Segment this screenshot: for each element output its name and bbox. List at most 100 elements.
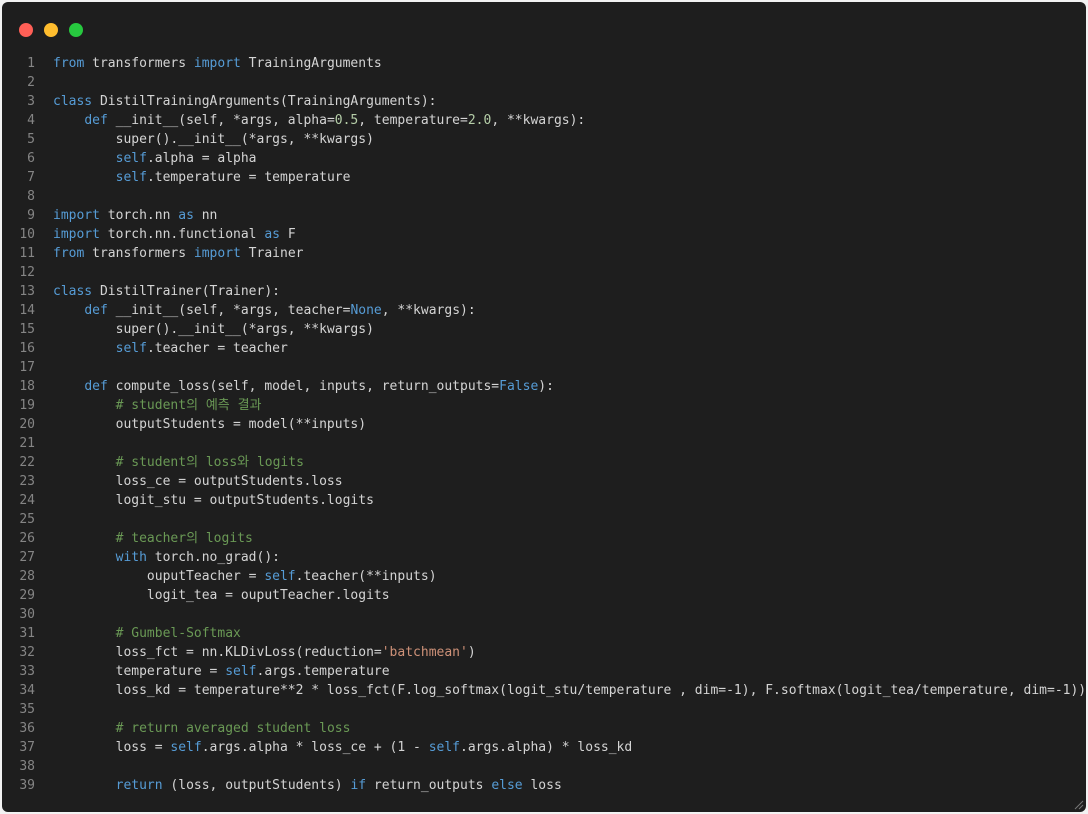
code-token: None — [350, 303, 382, 318]
code-line: 13 class DistilTrainer(Trainer): — [2, 282, 1086, 301]
line-number: 14 — [19, 303, 35, 318]
code-token: logit_tea = ouputTeacher.logits — [53, 588, 390, 603]
code-token: transformers — [84, 246, 194, 261]
code-token: F — [280, 227, 296, 242]
code-line: 39 return (loss, outputStudents) if retu… — [2, 776, 1086, 795]
line-number: 8 — [27, 189, 35, 204]
code-token: __init__(self, *args, teacher= — [107, 303, 351, 318]
line-number: 35 — [19, 702, 35, 717]
code-line: 9 import torch.nn as nn — [2, 206, 1086, 225]
code-editor[interactable]: 1 from transformers import TrainingArgume… — [2, 52, 1086, 795]
code-token: # teacher의 logits — [115, 531, 253, 546]
line-number: 27 — [19, 550, 35, 565]
line-number: 13 — [19, 284, 35, 299]
code-line: 21 — [2, 434, 1086, 453]
code-token: import — [193, 56, 241, 71]
line-number: 10 — [19, 227, 35, 242]
code-line: 16 self.teacher = teacher — [2, 339, 1086, 358]
code-token: import — [53, 227, 100, 242]
code-line: 24 logit_stu = outputStudents.logits — [2, 491, 1086, 510]
minimize-window-button[interactable] — [44, 23, 58, 37]
code-text: self.alpha = alpha — [53, 149, 257, 168]
line-number: 20 — [19, 417, 35, 432]
code-token: else — [491, 778, 523, 793]
line-number: 1 — [27, 56, 35, 71]
code-token: , temperature= — [358, 113, 468, 128]
code-token: , **kwargs): — [491, 113, 586, 128]
code-text: self.temperature = temperature — [53, 168, 351, 187]
code-line: 32 loss_fct = nn.KLDivLoss(reduction='ba… — [2, 643, 1086, 662]
code-token: torch.nn.functional — [99, 227, 265, 242]
code-text: import torch.nn as nn — [53, 206, 217, 225]
code-token: torch.no_grad(): — [146, 550, 280, 565]
line-number: 37 — [19, 740, 35, 755]
close-window-button[interactable] — [19, 23, 33, 37]
code-text: def __init__(self, *args, teacher=None, … — [53, 301, 475, 320]
code-line: 14 def __init__(self, *args, teacher=Non… — [2, 301, 1086, 320]
code-text: # student의 loss와 logits — [53, 453, 304, 472]
line-number: 16 — [19, 341, 35, 356]
line-number: 23 — [19, 474, 35, 489]
line-number: 38 — [19, 759, 35, 774]
code-token: ouputTeacher = — [53, 569, 265, 584]
line-number: 33 — [19, 664, 35, 679]
code-token: self — [115, 170, 147, 185]
code-token: with — [115, 550, 147, 565]
code-line: 3 class DistilTrainingArguments(TrainingA… — [2, 92, 1086, 111]
code-text: class DistilTrainer(Trainer): — [53, 282, 280, 301]
code-line: 1 from transformers import TrainingArgume… — [2, 54, 1086, 73]
code-line: 4 def __init__(self, *args, alpha=0.5, t… — [2, 111, 1086, 130]
line-number: 3 — [27, 94, 35, 109]
code-text: logit_tea = ouputTeacher.logits — [53, 586, 390, 605]
code-token: as — [178, 208, 194, 223]
code-text: temperature = self.args.temperature — [53, 662, 390, 681]
code-text: return (loss, outputStudents) if return_… — [53, 776, 562, 795]
code-token: ) — [467, 645, 476, 660]
code-token: # student의 예측 결과 — [115, 398, 262, 413]
code-token: return — [115, 778, 163, 793]
code-token: .teacher(**inputs) — [295, 569, 437, 584]
line-number: 39 — [19, 778, 35, 793]
code-token: .alpha = alpha — [146, 151, 257, 166]
code-token: loss = — [53, 740, 171, 755]
code-token: self — [264, 569, 296, 584]
line-number: 6 — [27, 151, 35, 166]
code-line: 2 — [2, 73, 1086, 92]
code-line: 8 — [2, 187, 1086, 206]
resize-grip-icon[interactable] — [1074, 800, 1084, 810]
code-token: False — [499, 379, 539, 394]
code-text: loss_ce = outputStudents.loss — [53, 472, 343, 491]
code-token: TrainingArguments — [240, 56, 382, 71]
code-text: loss_kd = temperature**2 * loss_fct(F.lo… — [53, 681, 1086, 700]
maximize-window-button[interactable] — [69, 23, 83, 37]
code-token: loss_fct = nn.KLDivLoss(reduction= — [53, 645, 382, 660]
code-text: def compute_loss(self, model, inputs, re… — [53, 377, 554, 396]
code-token: outputStudents = model(**inputs) — [53, 417, 367, 432]
line-number: 12 — [19, 265, 35, 280]
code-token: temperature = — [53, 664, 226, 679]
code-text: logit_stu = outputStudents.logits — [53, 491, 374, 510]
code-text: class DistilTrainingArguments(TrainingAr… — [53, 92, 437, 111]
code-token: (loss, outputStudents) — [162, 778, 351, 793]
line-number: 30 — [19, 607, 35, 622]
code-text: outputStudents = model(**inputs) — [53, 415, 366, 434]
code-token: .args.temperature — [256, 664, 390, 679]
code-line: 25 — [2, 510, 1086, 529]
code-line: 34 loss_kd = temperature**2 * loss_fct(F… — [2, 681, 1086, 700]
line-number: 9 — [27, 208, 35, 223]
line-number: 15 — [19, 322, 35, 337]
code-line: 23 loss_ce = outputStudents.loss — [2, 472, 1086, 491]
line-number: 29 — [19, 588, 35, 603]
code-text: import torch.nn.functional as F — [53, 225, 296, 244]
code-token: super().__init__(*args, **kwargs) — [53, 132, 374, 147]
title-bar — [2, 2, 1086, 52]
line-number: 22 — [19, 455, 35, 470]
